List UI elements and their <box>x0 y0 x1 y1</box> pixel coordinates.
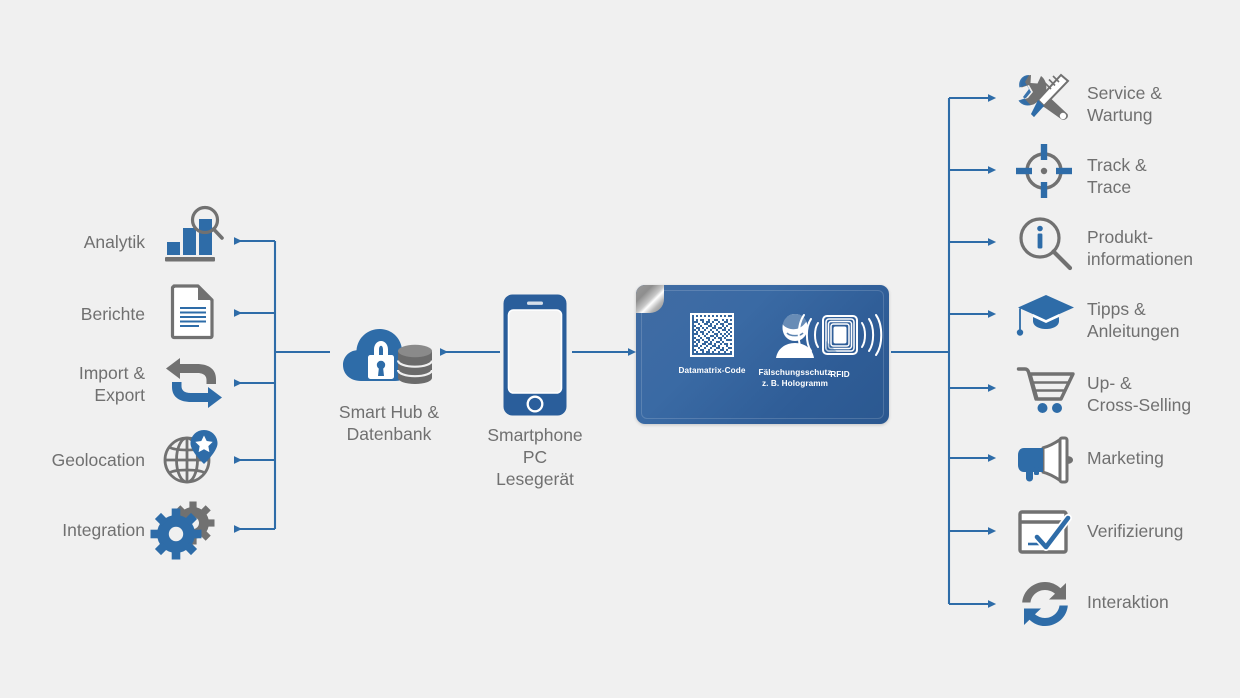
right-item-label-service: Service & Wartung <box>1087 83 1162 125</box>
graduation-cap-icon <box>1015 293 1075 337</box>
right-item-label-tipps: Tipps & Anleitungen <box>1087 299 1180 341</box>
wrench-screwdriver-icon <box>1017 73 1071 123</box>
right-item-label-produktinformationen: Produkt- informationen <box>1087 227 1194 269</box>
info-magnifier-icon <box>1018 216 1074 272</box>
folded-corner-foil-icon <box>636 285 664 313</box>
import-export-arrows-icon <box>166 358 222 408</box>
checkmark-box-icon <box>1018 509 1074 555</box>
diagram-canvas: Analytik Berichte Import & Export Geoloc… <box>0 0 1240 698</box>
card-column-rfid: RFID <box>792 311 888 380</box>
left-item-label-analytik: Analytik <box>83 232 145 252</box>
analytics-chart-magnifier-icon <box>163 205 225 265</box>
smartphone-icon <box>502 293 568 417</box>
shopping-cart-icon <box>1016 366 1075 414</box>
right-item-label-interaktion: Interaktion <box>1087 592 1169 612</box>
gears-integration-icon <box>150 501 222 560</box>
left-item-label-berichte: Berichte <box>80 304 145 324</box>
reader-label: Smartphone PC Lesegerät <box>487 425 583 489</box>
right-item-label-upsell: Up- & Cross-Selling <box>1087 373 1192 415</box>
crosshair-target-icon <box>1016 144 1072 198</box>
left-item-label-integration: Integration <box>62 520 145 540</box>
right-item-label-marketing: Marketing <box>1087 448 1164 468</box>
report-document-icon <box>170 283 220 341</box>
left-item-label-import-export: Import & Export <box>78 363 145 405</box>
product-tag-card: Datamatrix-Code Fälschungsschutz z. B. H… <box>636 285 889 424</box>
rfid-chip-icon <box>792 311 888 359</box>
cloud-lock-database-icon <box>343 325 435 387</box>
card-caption-rfid: RFID <box>830 370 850 379</box>
left-item-label-geolocation: Geolocation <box>51 450 145 470</box>
refresh-cycle-icon <box>1019 578 1071 630</box>
right-item-label-track-trace: Track & Trace <box>1087 155 1147 197</box>
megaphone-icon <box>1017 436 1075 484</box>
right-item-label-verifizierung: Verifizierung <box>1087 521 1184 541</box>
globe-map-pin-icon <box>163 428 219 488</box>
